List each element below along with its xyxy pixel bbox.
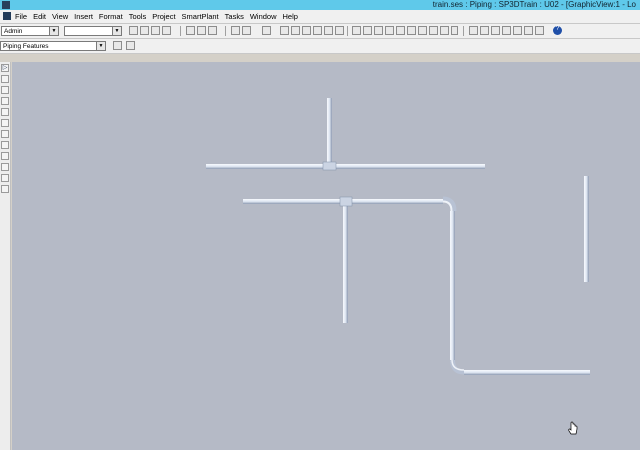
open-icon[interactable] (140, 26, 149, 35)
support-icon[interactable] (1, 185, 9, 193)
slope-icon[interactable] (1, 174, 9, 182)
pan-icon[interactable] (480, 26, 489, 35)
workspace-combo[interactable]: Admin ▼ (1, 26, 59, 36)
app-icon[interactable] (2, 1, 10, 9)
insert-component-icon[interactable] (1, 86, 9, 94)
menu-help[interactable]: Help (282, 10, 303, 23)
pipe-segment[interactable] (343, 204, 348, 323)
tee-fitting[interactable] (322, 161, 337, 171)
snap-icon[interactable] (291, 26, 300, 35)
point-icon[interactable] (324, 26, 333, 35)
chevron-down-icon[interactable]: ▼ (96, 42, 105, 50)
filter-combo[interactable]: ▼ (64, 26, 122, 36)
document-icon[interactable] (3, 12, 11, 20)
chevron-down-icon[interactable]: ▼ (112, 27, 121, 35)
left-toolbar: ▷ (0, 62, 11, 450)
view-rotate-icon[interactable] (363, 26, 372, 35)
menu-edit[interactable]: Edit (32, 10, 51, 23)
render-icon[interactable] (418, 26, 427, 35)
window-title: train.ses : Piping : SP3DTrain : U02 - [… (432, 0, 636, 9)
insert-instrument-icon[interactable] (1, 130, 9, 138)
fit-icon[interactable] (502, 26, 511, 35)
redo-icon[interactable] (242, 26, 251, 35)
feature-bar: Piping Features ▼ (0, 39, 640, 54)
menu-smartplant[interactable]: SmartPlant (181, 10, 224, 23)
save-icon[interactable] (151, 26, 160, 35)
pipe-segment[interactable] (464, 370, 590, 375)
insert-split-icon[interactable] (1, 108, 9, 116)
chevron-down-icon[interactable]: ▼ (49, 27, 58, 35)
clip-icon[interactable] (407, 26, 416, 35)
previous-view-icon[interactable] (513, 26, 522, 35)
features-combo[interactable]: Piping Features ▼ (0, 41, 106, 51)
graphic-view[interactable] (12, 62, 640, 450)
menu-items: File Edit View Insert Format Tools Proje… (14, 10, 303, 23)
zoom-area-icon[interactable] (491, 26, 500, 35)
paste-icon[interactable] (197, 26, 206, 35)
menu-project[interactable]: Project (151, 10, 180, 23)
weld-icon[interactable] (1, 163, 9, 171)
toolbar-separator (225, 26, 226, 36)
copy-icon[interactable] (186, 26, 195, 35)
toolbar-separator (180, 26, 181, 36)
pencil-icon[interactable] (335, 26, 344, 35)
new-icon[interactable] (129, 26, 138, 35)
spool-icon[interactable] (1, 152, 9, 160)
print-icon[interactable] (162, 26, 171, 35)
connect-icon[interactable] (1, 141, 9, 149)
menu-view[interactable]: View (51, 10, 73, 23)
title-bar: train.ses : Piping : SP3DTrain : U02 - [… (0, 0, 640, 10)
zoom-icon[interactable] (469, 26, 478, 35)
features-combo-value: Piping Features (3, 43, 49, 50)
tee-fitting[interactable] (339, 196, 353, 207)
named-views-icon[interactable] (535, 26, 544, 35)
pipe-segment[interactable] (206, 164, 485, 169)
menu-window[interactable]: Window (249, 10, 282, 23)
feature-tool-icon[interactable] (113, 41, 122, 50)
shading-icon[interactable] (429, 26, 438, 35)
toolbar-separator (347, 26, 348, 36)
menu-tasks[interactable]: Tasks (224, 10, 249, 23)
toolbar-separator (463, 26, 464, 36)
measure-icon[interactable] (280, 26, 289, 35)
help-icon[interactable]: ? (553, 26, 562, 35)
properties-icon[interactable] (302, 26, 311, 35)
select-icon[interactable] (262, 26, 271, 35)
view-fly-icon[interactable] (385, 26, 394, 35)
feature-list-icon[interactable] (126, 41, 135, 50)
menu-file[interactable]: File (14, 10, 32, 23)
insert-tap-icon[interactable] (1, 119, 9, 127)
view-walk-icon[interactable] (374, 26, 383, 35)
menu-bar: File Edit View Insert Format Tools Proje… (0, 10, 640, 24)
common-views-icon[interactable] (524, 26, 533, 35)
menu-insert[interactable]: Insert (73, 10, 98, 23)
menu-tools[interactable]: Tools (128, 10, 152, 23)
delete-icon[interactable] (208, 26, 217, 35)
dimension-icon[interactable] (313, 26, 322, 35)
pipe-segment[interactable] (450, 211, 455, 362)
piping-model[interactable] (12, 62, 640, 450)
undo-icon[interactable] (231, 26, 240, 35)
insert-feature-icon[interactable] (1, 97, 9, 105)
view-look-icon[interactable] (396, 26, 405, 35)
route-pipe-icon[interactable] (1, 75, 9, 83)
view-iso-icon[interactable] (352, 26, 361, 35)
main-toolbar: Admin ▼ ▼ ? (0, 24, 640, 39)
pipe-segment[interactable] (327, 98, 332, 164)
chevron-down-icon[interactable] (451, 26, 458, 35)
menu-format[interactable]: Format (98, 10, 128, 23)
camera-icon[interactable] (440, 26, 449, 35)
pipe-segment[interactable] (584, 176, 589, 282)
select-arrow-icon[interactable]: ▷ (1, 64, 9, 72)
hand-pointer-icon (568, 421, 578, 435)
workspace-combo-value: Admin (4, 28, 23, 35)
